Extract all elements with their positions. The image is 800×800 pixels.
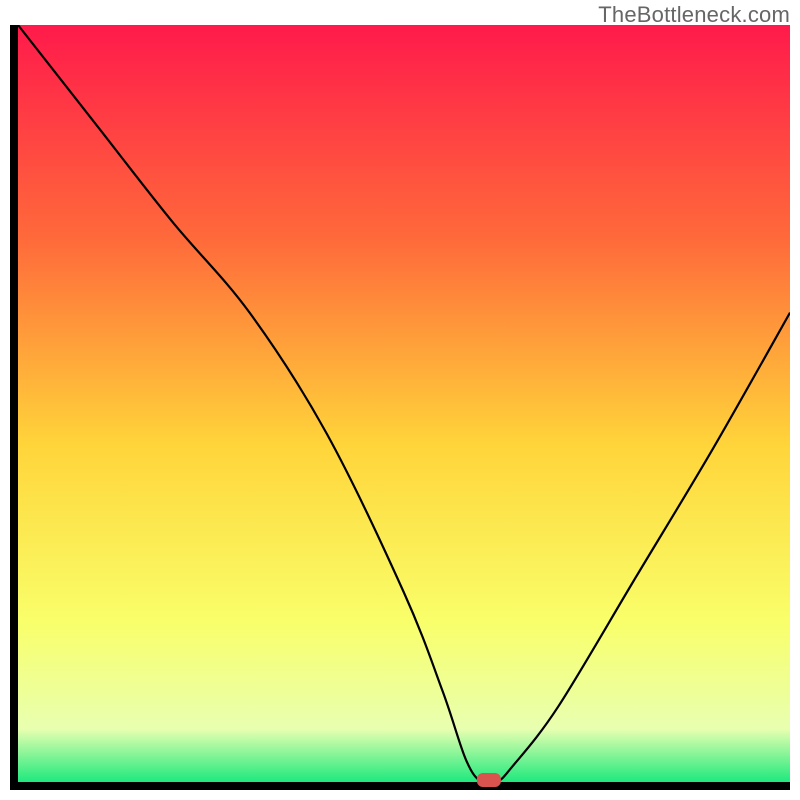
x-axis bbox=[10, 782, 790, 790]
bottleneck-chart: TheBottleneck.com bbox=[0, 0, 800, 800]
gradient-background bbox=[10, 25, 790, 790]
plot-area bbox=[10, 25, 790, 790]
y-axis bbox=[10, 25, 18, 790]
optimal-marker bbox=[477, 773, 501, 787]
chart-svg bbox=[10, 25, 790, 790]
